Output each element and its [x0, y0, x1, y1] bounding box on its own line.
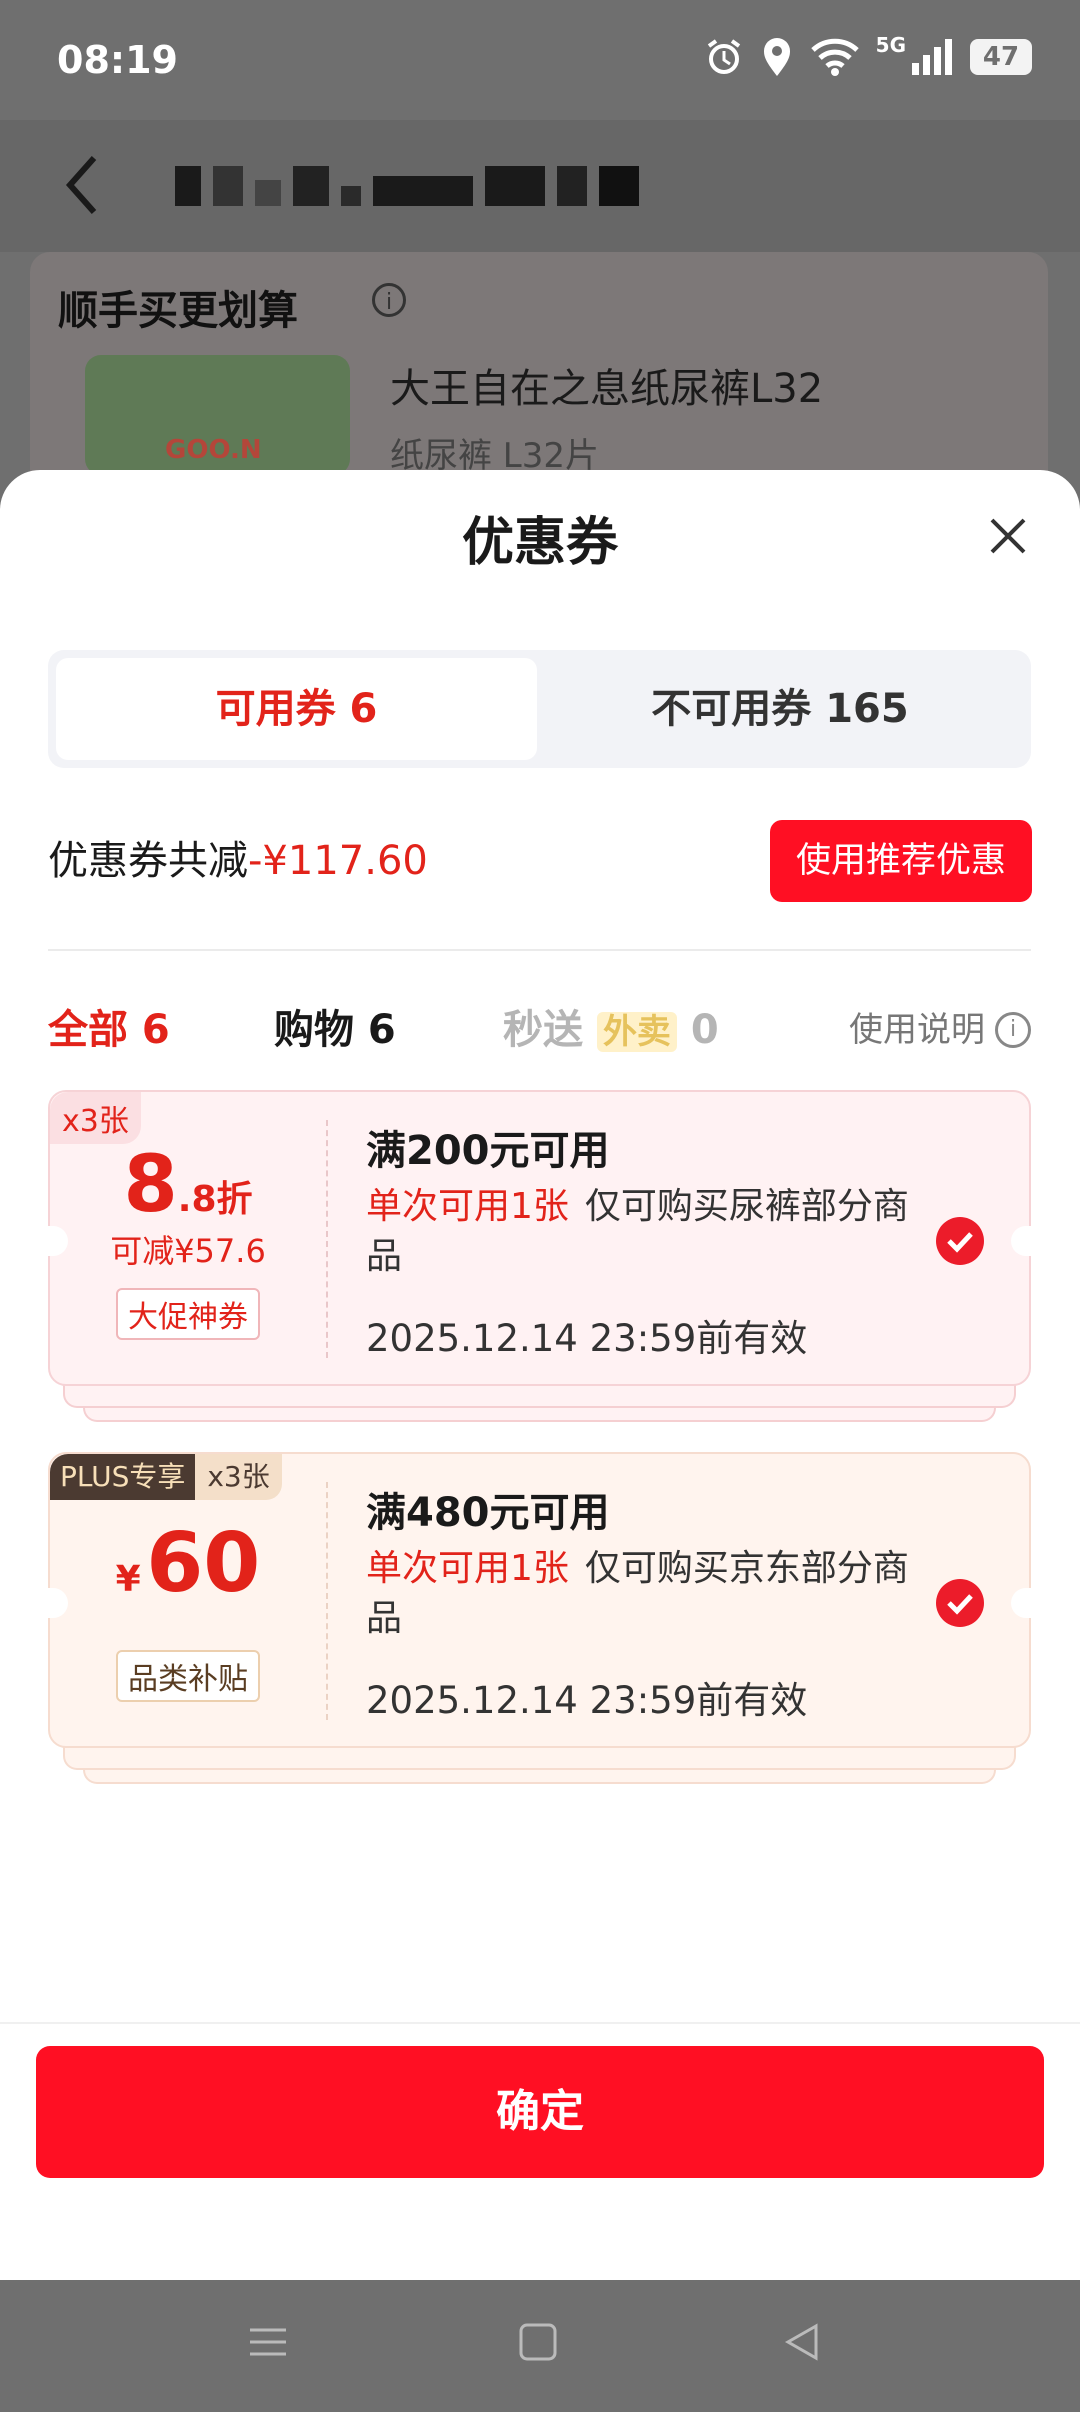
coupon-description: 单次可用1张 仅可购买京东部分商品 [366, 1544, 926, 1644]
status-time: 08:19 [57, 38, 178, 82]
close-icon[interactable] [988, 516, 1028, 556]
takeout-tag: 外卖 [596, 1012, 677, 1052]
discount-summary: 优惠券共减-¥117.60 [48, 828, 428, 886]
divider [48, 949, 1031, 951]
coupon-divider [326, 1482, 328, 1720]
alarm-icon [707, 39, 740, 74]
usage-instructions-link[interactable]: 使用说明 i [849, 990, 1031, 1070]
sheet-title: 优惠券 [461, 513, 618, 573]
status-bar: 08:19 5G 47 [0, 0, 1080, 120]
use-recommended-button[interactable]: 使用推荐优惠 [770, 820, 1032, 902]
filter-delivery[interactable]: 秒送 外卖 0 [503, 990, 719, 1072]
coupon-badge: 品类补贴 [116, 1650, 260, 1702]
summary-label: 优惠券共减 [48, 838, 248, 884]
filter-shopping[interactable]: 购物 6 [274, 990, 396, 1070]
coupon-value-area: ¥ 60 品类补贴 [50, 1454, 326, 1750]
coupon-divider [326, 1120, 328, 1358]
coupon-notch [1011, 1226, 1031, 1256]
pixelated-store-title [175, 156, 775, 216]
filter-delivery-label: 秒送 [503, 1007, 583, 1053]
coupon-save-amount: 可减¥57.6 [110, 1232, 266, 1270]
menu-icon[interactable] [248, 2322, 288, 2362]
product-name: 大王自在之息纸尿裤L32 [390, 366, 824, 412]
footer-divider [0, 2022, 1080, 2024]
discount-suffix: .8折 [177, 1179, 253, 1220]
product-image: GOO.N [85, 355, 350, 475]
coupon-filters: 全部 6 购物 6 秒送 外卖 0 使用说明 i [48, 990, 1031, 1070]
coupon-body: PLUS专享 x3张 ¥ 60 品类补贴 满480元可用 单次可用1张 仅可购买京… [48, 1452, 1031, 1748]
battery-indicator: 47 [970, 39, 1032, 75]
coupon-description: 单次可用1张 仅可购买尿裤部分商品 [366, 1182, 926, 1282]
wifi-icon [810, 38, 859, 76]
section-title: 顺手买更划算 [58, 288, 298, 334]
coupon-expiry: 2025.12.14 23:59前有效 [366, 1317, 808, 1360]
coupon-value-area: 8.8折 可减¥57.6 大促神券 [50, 1092, 326, 1388]
coupon-card[interactable]: x3张 8.8折 可减¥57.6 大促神券 满200元可用 单次可用1张 仅可购买… [48, 1090, 1031, 1435]
discount-number: 8 [123, 1140, 178, 1230]
summary-amount: -¥117.60 [248, 838, 428, 884]
coupon-limit: 单次可用1张 [366, 1548, 569, 1589]
tab-available[interactable]: 可用券 6 [56, 658, 537, 760]
coupon-discount: 8.8折 [50, 1140, 326, 1230]
filter-all[interactable]: 全部 6 [48, 990, 170, 1070]
coupon-body: x3张 8.8折 可减¥57.6 大促神券 满200元可用 单次可用1张 仅可购买… [48, 1090, 1031, 1386]
network-type: 5G [875, 33, 906, 57]
checked-icon[interactable] [935, 1578, 985, 1628]
checked-icon[interactable] [935, 1216, 985, 1266]
coupon-title: 满200元可用 [366, 1128, 610, 1174]
coupon-amount: ¥ 60 [50, 1516, 326, 1611]
back-nav-icon[interactable] [782, 2322, 822, 2362]
top-nav [0, 120, 1080, 252]
product-brand: GOO.N [165, 435, 262, 465]
coupon-badge: 大促神券 [116, 1288, 260, 1340]
coupon-tabs: 可用券 6 不可用券 165 [48, 650, 1031, 768]
amount-number: 60 [146, 1516, 261, 1611]
currency-symbol: ¥ [115, 1559, 141, 1600]
back-icon[interactable] [58, 150, 108, 220]
coupon-notch [1011, 1588, 1031, 1618]
coupon-title: 满480元可用 [366, 1490, 610, 1536]
coupon-expiry: 2025.12.14 23:59前有效 [366, 1679, 808, 1722]
confirm-button[interactable]: 确定 [36, 2046, 1044, 2178]
status-icons: 5G 47 [704, 33, 1032, 78]
coupon-sheet: 优惠券 可用券 6 不可用券 165 优惠券共减-¥117.60 使用推荐优惠 … [0, 470, 1080, 2280]
info-icon[interactable]: i [372, 283, 406, 317]
signal-icon [912, 39, 952, 75]
filter-delivery-count: 0 [690, 1007, 719, 1053]
system-nav-bar [0, 2280, 1080, 2412]
usage-label: 使用说明 [849, 1010, 985, 1050]
home-icon[interactable] [518, 2322, 558, 2362]
tab-unavailable[interactable]: 不可用券 165 [537, 658, 1023, 760]
info-icon: i [995, 1012, 1031, 1048]
location-icon [763, 38, 790, 76]
coupon-card[interactable]: PLUS专享 x3张 ¥ 60 品类补贴 满480元可用 单次可用1张 仅可购买京… [48, 1452, 1031, 1797]
coupon-limit: 单次可用1张 [366, 1186, 569, 1227]
